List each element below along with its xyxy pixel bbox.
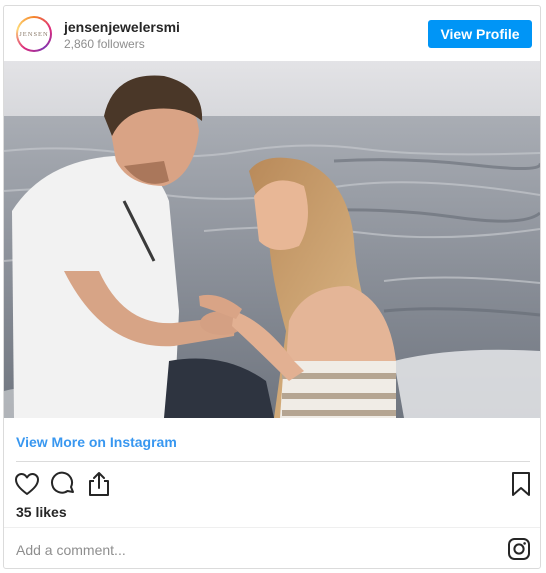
action-bar xyxy=(4,468,540,500)
share-icon[interactable] xyxy=(85,470,113,498)
avatar-text: JENSEN xyxy=(19,30,49,38)
instagram-logo-icon[interactable] xyxy=(507,537,531,561)
divider xyxy=(4,527,540,528)
avatar-logo: JENSEN xyxy=(18,18,50,50)
view-more-link[interactable]: View More on Instagram xyxy=(16,434,177,450)
comment-bubble-icon[interactable] xyxy=(49,470,77,498)
username[interactable]: jensenjewelersmi xyxy=(64,19,180,35)
post-image[interactable] xyxy=(4,61,540,418)
view-profile-button[interactable]: View Profile xyxy=(428,20,532,48)
avatar[interactable]: JENSEN xyxy=(16,16,52,52)
bookmark-icon[interactable] xyxy=(507,470,535,498)
post-header: JENSEN jensenjewelersmi 2,860 followers … xyxy=(4,6,540,61)
comment-field[interactable]: Add a comment... xyxy=(16,542,126,558)
heart-icon[interactable] xyxy=(13,470,41,498)
follower-count: 2,860 followers xyxy=(64,37,145,51)
divider xyxy=(16,461,530,462)
instagram-embed-card: JENSEN jensenjewelersmi 2,860 followers … xyxy=(3,5,541,569)
beach-proposal-photo xyxy=(4,61,540,418)
like-count: 35 likes xyxy=(16,504,67,520)
